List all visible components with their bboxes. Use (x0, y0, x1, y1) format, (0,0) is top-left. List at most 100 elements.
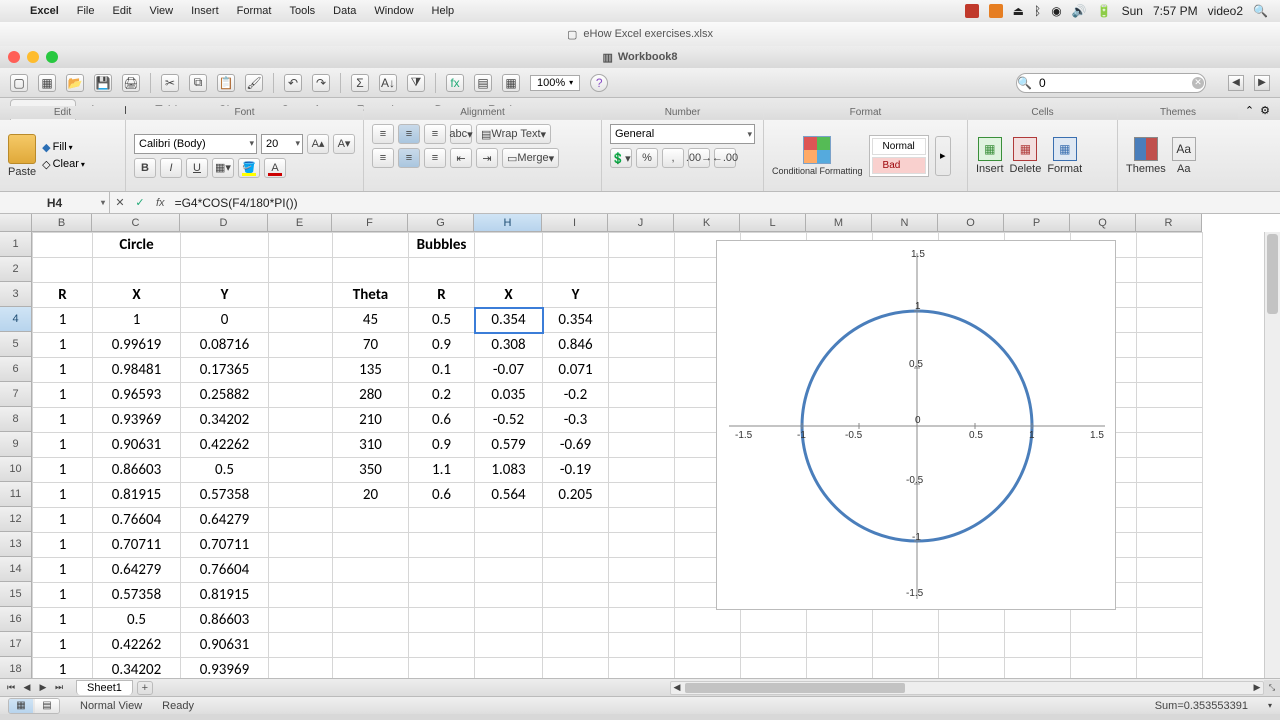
user-name[interactable]: video2 (1208, 4, 1243, 18)
menubar-edit[interactable]: Edit (112, 5, 131, 17)
align-left-button[interactable]: ≡ (372, 148, 394, 168)
fx-icon[interactable]: fx (150, 197, 171, 209)
battery-icon[interactable]: 🔋 (1097, 4, 1112, 18)
underline-button[interactable]: U (186, 158, 208, 178)
save-button[interactable]: 💾 (94, 74, 112, 92)
sort-button[interactable]: A↓ (379, 74, 397, 92)
theme-fonts-button[interactable]: AaAa (1172, 137, 1196, 175)
volume-icon[interactable]: 🔊 (1072, 4, 1087, 18)
spreadsheet-grid[interactable]: BCDEFGHIJKLMNOPQR 1234567891011121314151… (0, 214, 1280, 678)
search-prev-button[interactable]: ◀ (1228, 75, 1244, 91)
clock-time[interactable]: 7:57 PM (1153, 4, 1198, 18)
view-switcher[interactable]: ▦▤ (8, 698, 60, 714)
currency-button[interactable]: 💲▾ (610, 148, 632, 168)
align-middle-button[interactable]: ≡ (398, 124, 420, 144)
wifi-icon[interactable]: ◉ (1051, 4, 1061, 18)
print-button[interactable]: 🖨 (122, 74, 140, 92)
increase-font-button[interactable]: A▴ (307, 134, 329, 154)
page-layout-button[interactable]: ▤ (35, 699, 59, 713)
clock-day[interactable]: Sun (1122, 4, 1143, 18)
clear-button[interactable]: Clear (53, 158, 79, 170)
formula-builder-button[interactable]: fx (446, 74, 464, 92)
close-window-button[interactable] (8, 51, 20, 63)
decrease-decimal-button[interactable]: ←.00 (714, 148, 736, 168)
styles-expand-button[interactable]: ▸ (935, 136, 951, 176)
format-painter-button[interactable]: 🖌 (245, 74, 263, 92)
paste-button[interactable]: 📋 (217, 74, 235, 92)
menubar-view[interactable]: View (149, 5, 173, 17)
filter-button[interactable]: ⧩ (407, 74, 425, 92)
number-format-select[interactable]: General (610, 124, 755, 144)
row-headers[interactable]: 123456789101112131415161718 (0, 232, 32, 678)
delete-cells-button[interactable]: ▦Delete (1010, 137, 1042, 175)
cancel-formula-button[interactable]: ✕ (110, 196, 130, 209)
increase-indent-button[interactable]: ⇥ (476, 148, 498, 168)
new-workbook-button[interactable]: ▢ (10, 74, 28, 92)
autosum-button[interactable]: Σ (351, 74, 369, 92)
menubar-app[interactable]: Excel (30, 5, 59, 17)
formula-input[interactable]: =G4*COS(F4/180*PI()) (171, 196, 1280, 210)
insert-cells-button[interactable]: ▦Insert (976, 137, 1004, 175)
embedded-chart[interactable]: 1.5 1 0.5 0 -0.5 -1 -1.5 -1.5 -0.5 0.5 1… (716, 240, 1116, 610)
spotlight-icon[interactable]: 🔍 (1253, 4, 1268, 18)
align-right-button[interactable]: ≡ (424, 148, 446, 168)
vertical-scrollbar[interactable] (1264, 232, 1280, 678)
fill-color-button[interactable]: 🪣 (238, 158, 260, 178)
bold-button[interactable]: B (134, 158, 156, 178)
font-size-select[interactable]: 20 (261, 134, 303, 154)
clear-search-button[interactable]: ✕ (1192, 77, 1204, 89)
menubar-window[interactable]: Window (374, 5, 413, 17)
eject-icon[interactable]: ⏏ (1013, 4, 1024, 18)
help-button[interactable]: ? (590, 74, 608, 92)
wrap-text-button[interactable]: ▤ Wrap Text ▾ (476, 124, 551, 144)
media-button[interactable]: ▦ (502, 74, 520, 92)
horizontal-scrollbar[interactable]: ◀▶ (670, 681, 1264, 695)
sheet-tab-1[interactable]: Sheet1 (76, 680, 133, 695)
column-headers[interactable]: BCDEFGHIJKLMNOPQR (32, 214, 1264, 232)
open-template-button[interactable]: ▦ (38, 74, 56, 92)
percent-button[interactable]: % (636, 148, 658, 168)
menubar-tools[interactable]: Tools (289, 5, 315, 17)
zoom-window-button[interactable] (46, 51, 58, 63)
undo-button[interactable]: ↶ (284, 74, 302, 92)
sum-readout[interactable]: Sum=0.353553391 (1155, 700, 1248, 712)
merge-button[interactable]: ▭ Merge ▾ (502, 148, 559, 168)
collapse-ribbon-button[interactable]: ⌃ (1245, 104, 1254, 117)
menubar-data[interactable]: Data (333, 5, 356, 17)
conditional-formatting-button[interactable]: Conditional Formatting (772, 136, 863, 176)
toolbox-button[interactable]: ▤ (474, 74, 492, 92)
search-next-button[interactable]: ▶ (1254, 75, 1270, 91)
add-sheet-button[interactable]: + (137, 681, 153, 695)
borders-button[interactable]: ▦▾ (212, 158, 234, 178)
cut-button[interactable]: ✂ (161, 74, 179, 92)
enter-formula-button[interactable]: ✓ (130, 196, 150, 209)
normal-view-button[interactable]: ▦ (9, 699, 33, 713)
bluetooth-icon[interactable]: ᛒ (1034, 4, 1041, 18)
format-cells-button[interactable]: ▦Format (1047, 137, 1082, 175)
redo-button[interactable]: ↷ (312, 74, 330, 92)
decrease-font-button[interactable]: A▾ (333, 134, 355, 154)
menubar-file[interactable]: File (77, 5, 95, 17)
scroll-thumb[interactable] (1267, 234, 1278, 314)
decrease-indent-button[interactable]: ⇤ (450, 148, 472, 168)
window-titlebar[interactable]: ▥ Workbook8 (0, 46, 1280, 68)
increase-decimal-button[interactable]: .00→ (688, 148, 710, 168)
align-bottom-button[interactable]: ≡ (424, 124, 446, 144)
font-family-select[interactable]: Calibri (Body) (134, 134, 257, 154)
zoom-select[interactable]: 100%▾ (530, 75, 580, 91)
minimize-window-button[interactable] (27, 51, 39, 63)
select-all-corner[interactable] (0, 214, 32, 232)
menubar-format[interactable]: Format (237, 5, 272, 17)
align-center-button[interactable]: ≡ (398, 148, 420, 168)
themes-button[interactable]: Themes (1126, 137, 1166, 175)
italic-button[interactable]: I (160, 158, 182, 178)
copy-button[interactable]: ⧉ (189, 74, 207, 92)
paste-button[interactable]: Paste (8, 134, 36, 178)
orientation-button[interactable]: abc▾ (450, 124, 472, 144)
fill-button[interactable]: Fill (53, 141, 67, 153)
menubar-help[interactable]: Help (432, 5, 455, 17)
ribbon-settings-gear-icon[interactable]: ⚙ (1260, 104, 1270, 117)
open-button[interactable]: 📂 (66, 74, 84, 92)
align-top-button[interactable]: ≡ (372, 124, 394, 144)
name-box[interactable]: H4 (0, 192, 110, 213)
